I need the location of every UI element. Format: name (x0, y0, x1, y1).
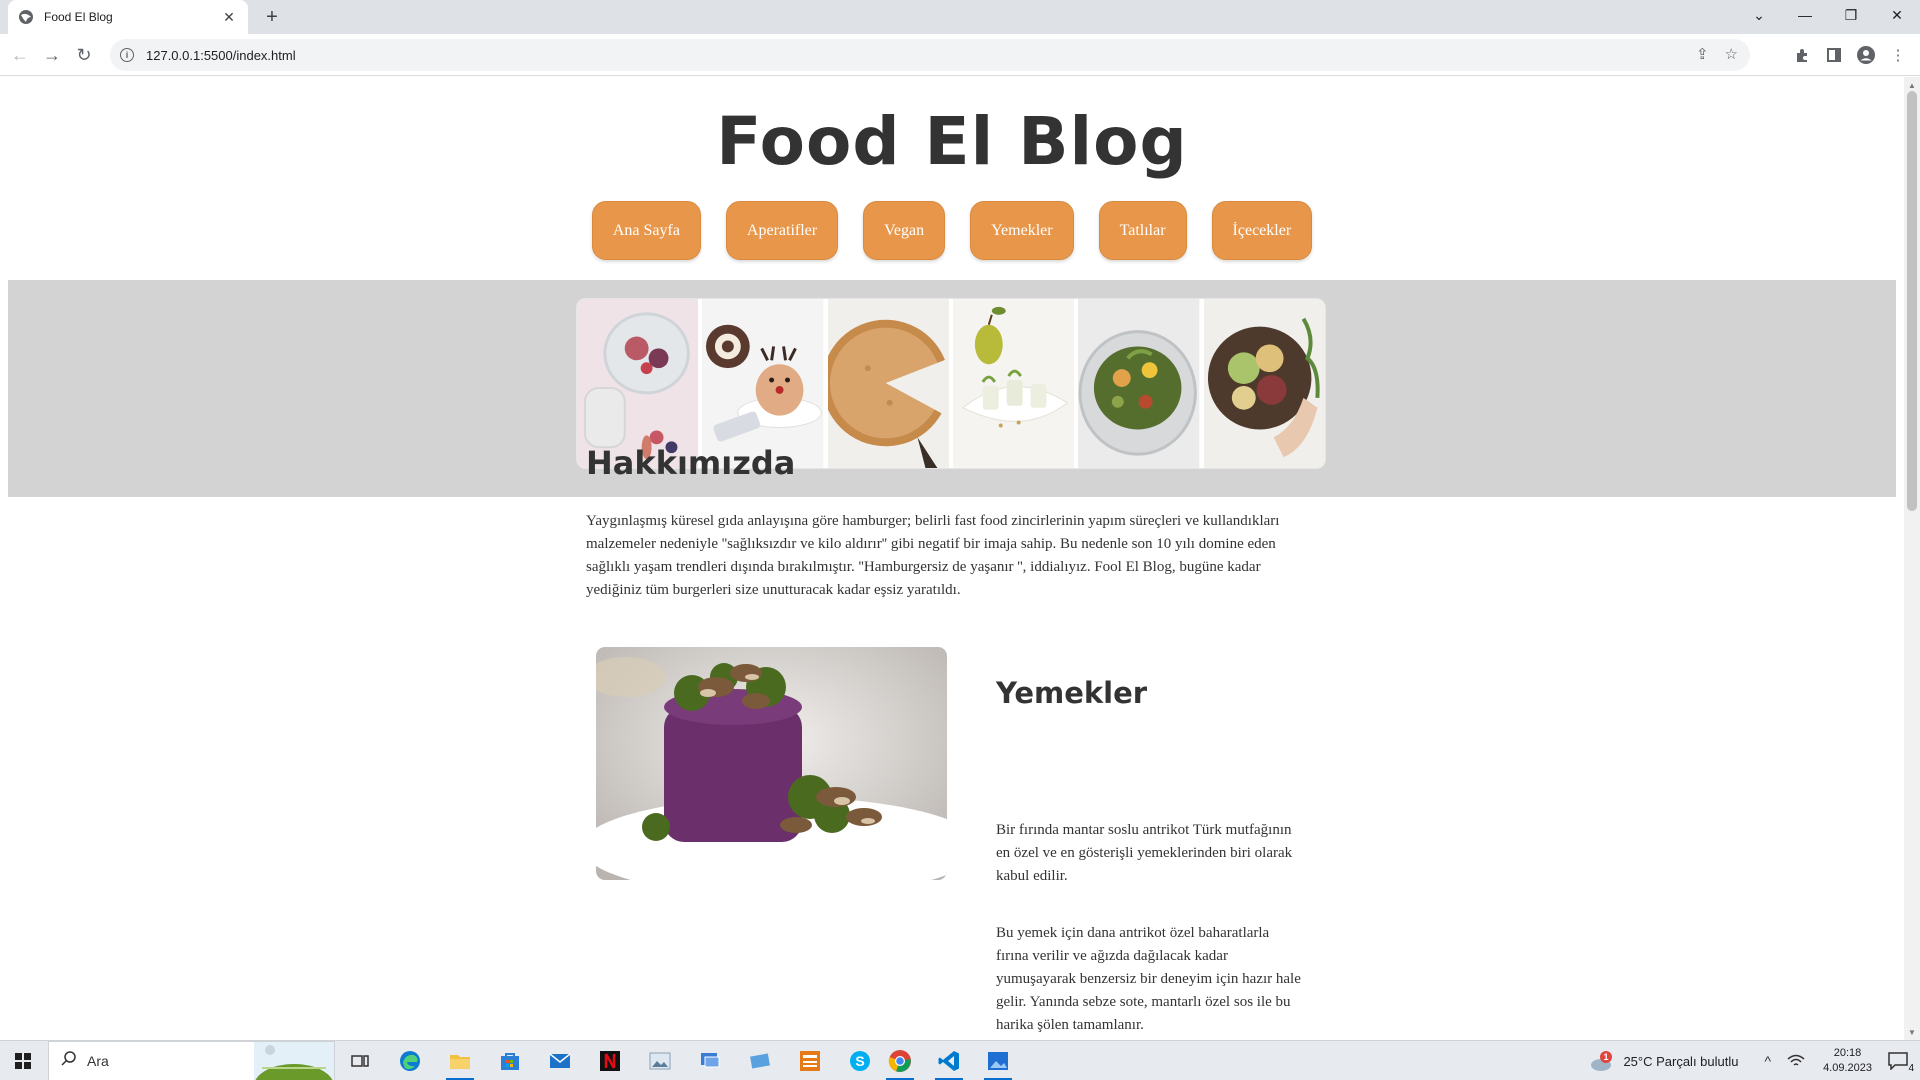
photos-app-icon[interactable] (640, 1045, 680, 1077)
reload-button[interactable]: ↻ (72, 43, 96, 67)
side-panel-icon[interactable] (1822, 43, 1846, 67)
netflix-icon[interactable] (590, 1045, 630, 1077)
url-text: 127.0.0.1:5500/index.html (146, 47, 296, 63)
svg-text:1: 1 (1604, 1052, 1609, 1062)
nav-yemekler[interactable]: Yemekler (970, 201, 1074, 260)
bookmark-star-icon[interactable]: ☆ (1725, 45, 1738, 63)
nav-vegan[interactable]: Vegan (863, 201, 946, 260)
gallery-photo-food-bowl (1203, 299, 1325, 468)
page-scrollbar[interactable]: ▲ ▼ (1904, 77, 1920, 1040)
new-tab-button[interactable]: + (260, 5, 284, 29)
tab-title: Food El Blog (44, 10, 113, 24)
svg-text:S: S (855, 1053, 864, 1069)
notification-count: 4 (1908, 1063, 1914, 1074)
menu-kebab-icon[interactable]: ⋮ (1886, 43, 1910, 67)
vscode-icon[interactable] (929, 1045, 969, 1080)
nav-ana-sayfa[interactable]: Ana Sayfa (591, 201, 701, 260)
remote-desktop-icon[interactable] (690, 1045, 730, 1077)
gallery-photo-figs-jar (577, 299, 699, 468)
dish-image-eggplant-mushroom (596, 647, 947, 880)
chrome-icon[interactable] (880, 1045, 920, 1080)
search-placeholder: Ara (87, 1053, 109, 1069)
share-icon[interactable]: ⇪ (1696, 45, 1709, 63)
profile-avatar-icon[interactable] (1854, 43, 1878, 67)
main-nav: Ana Sayfa Aperatifler Vegan Yemekler Tat… (0, 201, 1904, 260)
address-bar[interactable]: i 127.0.0.1:5500/index.html ⇪ ☆ (110, 39, 1750, 71)
minimize-button[interactable]: — (1782, 7, 1828, 23)
calculator-app-icon[interactable] (790, 1045, 830, 1077)
taskbar-search[interactable]: Ara (48, 1041, 335, 1080)
gallery-photo-pear-plate (952, 299, 1075, 468)
chevron-up-icon[interactable]: ^ (1764, 1053, 1771, 1069)
file-explorer-icon[interactable] (440, 1045, 480, 1080)
close-window-button[interactable]: ✕ (1874, 7, 1920, 24)
about-paragraph: Yaygınlaşmış küresel gıda anlayışına gör… (586, 513, 1280, 598)
yemekler-paragraph-2: Bu yemek için dana antrikot özel baharat… (996, 925, 1301, 1033)
about-heading: Hakkımızda (586, 444, 796, 482)
info-icon[interactable]: i (120, 48, 134, 62)
edge-browser-icon[interactable] (390, 1045, 430, 1077)
restore-button[interactable]: ❐ (1828, 7, 1874, 24)
browser-toolbar: ← → ↻ i 127.0.0.1:5500/index.html ⇪ ☆ ⋮ (0, 34, 1920, 76)
clock-time: 20:18 (1833, 1047, 1862, 1059)
clock-date: 4.09.2023 (1823, 1062, 1872, 1074)
wifi-icon[interactable] (1787, 1054, 1805, 1068)
windows-taskbar: Ara S 1 25°C Parçalı bulutlu ^ 20:18 4.0… (0, 1040, 1920, 1080)
browser-tabstrip: Food El Blog ✕ + ⌄ — ❐ ✕ (0, 0, 1920, 34)
tab-search-icon[interactable]: ⌄ (1736, 7, 1782, 24)
task-view-icon[interactable] (340, 1045, 380, 1077)
snipping-tool-icon[interactable] (740, 1045, 780, 1077)
gallery-photo-reindeer-cake (702, 299, 824, 468)
system-tray: 1 25°C Parçalı bulutlu ^ 20:18 4.09.2023… (1589, 1041, 1920, 1080)
search-highlight-image (254, 1042, 334, 1080)
window-controls: ⌄ — ❐ ✕ (1736, 0, 1920, 30)
site-title: Food El Blog (716, 103, 1188, 180)
search-icon (61, 1050, 77, 1072)
windows-start-icon[interactable] (0, 1041, 46, 1080)
extensions-icon[interactable] (1790, 43, 1814, 67)
nav-icecekler[interactable]: İçecekler (1211, 201, 1313, 260)
nav-aperatifler[interactable]: Aperatifler (725, 201, 839, 260)
image-viewer-icon[interactable] (978, 1045, 1018, 1080)
gallery-photo-salad-bowl (1078, 299, 1200, 468)
yemekler-heading: Yemekler (996, 676, 1148, 710)
nav-tatlilar[interactable]: Tatlılar (1098, 201, 1187, 260)
skype-icon[interactable]: S (840, 1045, 880, 1077)
store-icon[interactable] (490, 1045, 530, 1077)
yemekler-paragraph-1: Bir fırında mantar soslu antrikot Türk m… (996, 822, 1293, 884)
back-button[interactable]: ← (8, 43, 32, 67)
mail-icon[interactable] (540, 1045, 580, 1077)
scroll-thumb[interactable] (1907, 91, 1917, 511)
forward-button[interactable]: → (40, 43, 64, 67)
browser-tab[interactable]: Food El Blog ✕ (8, 0, 248, 34)
weather-icon[interactable]: 1 (1589, 1050, 1615, 1072)
globe-icon (18, 9, 34, 25)
notification-center-icon[interactable]: 4 (1888, 1052, 1914, 1074)
gallery-photo-pie (827, 299, 949, 468)
close-tab-icon[interactable]: ✕ (220, 9, 238, 26)
clock[interactable]: 20:18 4.09.2023 (1823, 1046, 1872, 1076)
weather-text[interactable]: 25°C Parçalı bulutlu (1623, 1054, 1738, 1069)
scroll-up-icon[interactable]: ▲ (1904, 79, 1920, 91)
scroll-down-icon[interactable]: ▼ (1904, 1026, 1920, 1038)
